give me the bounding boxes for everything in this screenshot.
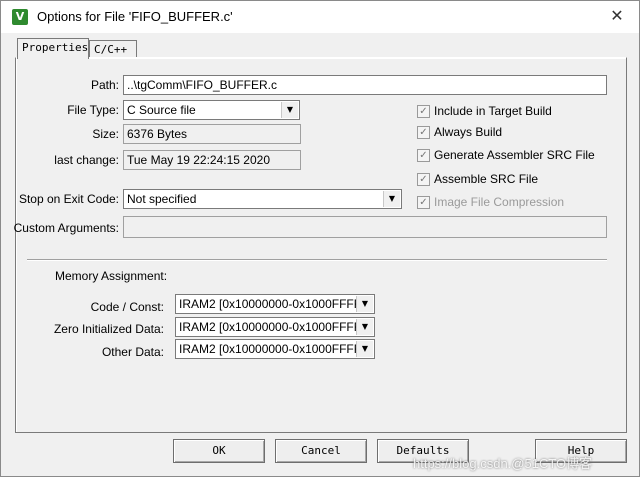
stop-on-exit-label: Stop on Exit Code: xyxy=(18,192,119,206)
generate-asm-src-label: Generate Assembler SRC File xyxy=(434,148,595,162)
image-compression-label: Image File Compression xyxy=(434,195,565,209)
options-dialog: V Options for File 'FIFO_BUFFER.c' ✕ Pro… xyxy=(0,0,640,477)
last-change-label: last change: xyxy=(54,153,119,167)
chevron-down-icon[interactable]: ▼ xyxy=(281,102,298,118)
separator xyxy=(27,259,607,261)
zero-init-value: IRAM2 [0x10000000-0x1000FFFF] xyxy=(179,320,365,334)
tab-c-cpp[interactable]: C/C++ xyxy=(89,40,137,58)
zero-init-label: Zero Initialized Data: xyxy=(53,322,164,336)
title-bar[interactable]: V Options for File 'FIFO_BUFFER.c' ✕ xyxy=(1,1,639,33)
other-data-label: Other Data: xyxy=(101,345,164,359)
zero-init-select[interactable]: IRAM2 [0x10000000-0x1000FFFF] ▼ xyxy=(175,317,375,337)
chevron-down-icon[interactable]: ▼ xyxy=(356,319,373,335)
chevron-down-icon[interactable]: ▼ xyxy=(383,191,400,207)
stop-on-exit-select[interactable]: Not specified ▼ xyxy=(123,189,402,209)
ok-button[interactable]: OK xyxy=(173,439,265,463)
memory-assignment-heading: Memory Assignment: xyxy=(55,269,168,283)
last-change-field: Tue May 19 22:24:15 2020 xyxy=(123,150,301,170)
path-label: Path: xyxy=(90,78,119,92)
keil-app-icon: V xyxy=(12,9,28,25)
watermark-text: https://blog.csdn.@51CTO博客 xyxy=(413,456,593,471)
include-in-build-label: Include in Target Build xyxy=(434,104,552,118)
file-type-select[interactable]: C Source file ▼ xyxy=(123,100,300,120)
check-icon[interactable]: ✓ xyxy=(417,105,430,118)
code-const-value: IRAM2 [0x10000000-0x1000FFFF] xyxy=(179,297,365,311)
tab-properties[interactable]: Properties xyxy=(17,38,89,59)
custom-args-field xyxy=(123,216,607,238)
cancel-button[interactable]: Cancel xyxy=(275,439,367,463)
custom-args-label: Custom Arguments: xyxy=(13,221,119,235)
other-data-value: IRAM2 [0x10000000-0x1000FFFF] xyxy=(179,342,365,356)
code-const-label: Code / Const: xyxy=(90,300,164,314)
file-type-label: File Type: xyxy=(67,103,119,117)
path-field[interactable]: ..\tgComm\FIFO_BUFFER.c xyxy=(123,75,607,95)
stop-on-exit-value: Not specified xyxy=(127,192,197,206)
check-icon: ✓ xyxy=(417,196,430,209)
chevron-down-icon[interactable]: ▼ xyxy=(356,296,373,312)
size-field: 6376 Bytes xyxy=(123,124,301,144)
window-title: Options for File 'FIFO_BUFFER.c' xyxy=(37,9,233,24)
file-type-value: C Source file xyxy=(127,103,196,117)
code-const-select[interactable]: IRAM2 [0x10000000-0x1000FFFF] ▼ xyxy=(175,294,375,314)
check-icon[interactable]: ✓ xyxy=(417,173,430,186)
close-icon[interactable]: ✕ xyxy=(605,5,629,27)
size-label: Size: xyxy=(92,127,119,141)
check-icon[interactable]: ✓ xyxy=(417,149,430,162)
check-icon[interactable]: ✓ xyxy=(417,126,430,139)
assemble-src-label: Assemble SRC File xyxy=(434,172,539,186)
other-data-select[interactable]: IRAM2 [0x10000000-0x1000FFFF] ▼ xyxy=(175,339,375,359)
chevron-down-icon[interactable]: ▼ xyxy=(356,341,373,357)
always-build-label: Always Build xyxy=(434,125,503,139)
